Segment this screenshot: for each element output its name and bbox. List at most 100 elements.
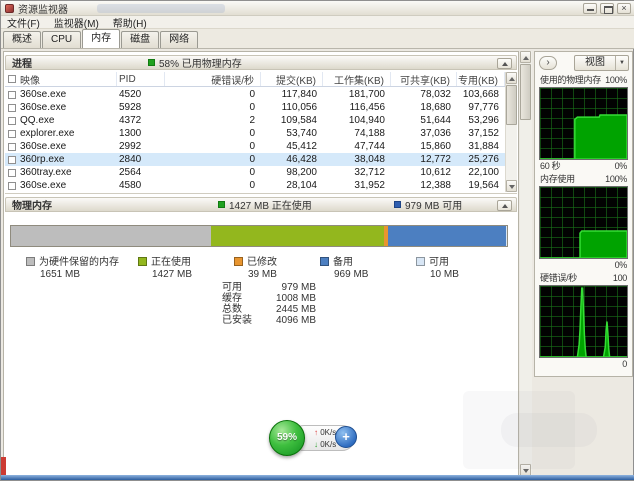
watermark bbox=[97, 4, 225, 13]
process-cell: 2564 bbox=[117, 167, 165, 178]
scroll-up-icon[interactable] bbox=[506, 72, 517, 84]
row-checkbox[interactable] bbox=[8, 130, 16, 138]
memory-segment bbox=[506, 226, 507, 246]
tab-network[interactable]: 网络 bbox=[160, 31, 198, 48]
row-checkbox[interactable] bbox=[8, 104, 16, 112]
legend-color-icon bbox=[138, 257, 147, 266]
graph2-header: 内存使用100% bbox=[535, 173, 632, 186]
process-cell: 360rp.exe bbox=[5, 154, 117, 165]
table-row[interactable]: 360se.exe4580028,10431,95212,38819,564 bbox=[5, 179, 505, 192]
tab-disk[interactable]: 磁盘 bbox=[121, 31, 159, 48]
process-cell: 0 bbox=[165, 167, 261, 178]
memory-section-header: 物理内存 1427 MB 正在使用 979 MB 可用 bbox=[5, 197, 517, 212]
expand-panel-button[interactable]: › bbox=[539, 56, 557, 70]
scroll-down-icon[interactable] bbox=[506, 180, 517, 192]
maximize-button[interactable] bbox=[600, 3, 614, 14]
tab-cpu[interactable]: CPU bbox=[42, 31, 81, 48]
table-row[interactable]: explorer.exe1300053,74074,18837,03637,15… bbox=[5, 127, 505, 140]
column-pid[interactable]: PID bbox=[117, 72, 165, 86]
chevron-down-icon: ▼ bbox=[615, 56, 628, 70]
process-cell: 98,200 bbox=[261, 167, 323, 178]
process-cell: 360se.exe bbox=[5, 141, 117, 152]
detail-row: 可用979 MB bbox=[222, 282, 316, 293]
process-cell: 4520 bbox=[117, 89, 165, 100]
main-pane: 进程 58% 已用物理内存 映像 PID 硬错误/秒 提交(KB) 工作集(KB… bbox=[3, 51, 519, 476]
column-hard-faults[interactable]: 硬错误/秒 bbox=[165, 72, 261, 86]
row-checkbox[interactable] bbox=[8, 182, 16, 190]
memory-used-icon bbox=[148, 59, 155, 66]
physical-memory-graph bbox=[539, 87, 628, 160]
select-all-checkbox[interactable] bbox=[8, 75, 16, 83]
process-cell: 360se.exe bbox=[5, 102, 117, 113]
process-cell: 0 bbox=[165, 141, 261, 152]
boost-icon[interactable]: + bbox=[335, 426, 357, 448]
legend-item: 为硬件保留的内存1651 MB bbox=[26, 253, 138, 280]
table-row[interactable]: 360rp.exe2840046,42838,04812,77225,276 bbox=[5, 153, 505, 166]
table-scrollbar[interactable] bbox=[505, 72, 517, 192]
process-cell: 51,644 bbox=[391, 115, 457, 126]
graph2-series bbox=[540, 231, 627, 258]
table-row[interactable]: 360se.exe45200117,840181,70078,032103,66… bbox=[5, 88, 505, 101]
process-cell: 1300 bbox=[117, 128, 165, 139]
process-cell: 25,276 bbox=[457, 154, 505, 165]
process-cell: 109,584 bbox=[261, 115, 323, 126]
minimize-button[interactable] bbox=[583, 3, 597, 14]
view-label: 视图 bbox=[575, 56, 615, 70]
memory-composition-bar bbox=[10, 225, 508, 247]
scrollbar-thumb[interactable] bbox=[520, 64, 531, 120]
tab-memory[interactable]: 内存 bbox=[82, 29, 120, 48]
process-cell: 110,056 bbox=[261, 102, 323, 113]
process-cell: 37,036 bbox=[391, 128, 457, 139]
row-checkbox[interactable] bbox=[8, 91, 16, 99]
column-shareable[interactable]: 可共享(KB) bbox=[391, 72, 457, 86]
column-working-set[interactable]: 工作集(KB) bbox=[323, 72, 391, 86]
legend-color-icon bbox=[416, 257, 425, 266]
view-dropdown-button[interactable]: 视图 ▼ bbox=[574, 55, 629, 71]
processes-title: 进程 bbox=[12, 55, 32, 70]
menu-file[interactable]: 文件(F) bbox=[7, 15, 40, 30]
process-cell: 5928 bbox=[117, 102, 165, 113]
accelerator-ball[interactable]: 59% bbox=[269, 420, 305, 456]
legend-item: 可用10 MB bbox=[416, 253, 486, 280]
process-cell: 103,668 bbox=[457, 89, 505, 100]
row-checkbox[interactable] bbox=[8, 143, 16, 151]
collapse-processes-button[interactable] bbox=[497, 58, 512, 69]
row-checkbox[interactable] bbox=[8, 169, 16, 177]
window-title: 资源监视器 bbox=[18, 1, 68, 16]
download-arrow-icon: ↓ bbox=[314, 440, 318, 449]
menu-help[interactable]: 帮助(H) bbox=[113, 15, 147, 30]
process-cell: 37,152 bbox=[457, 128, 505, 139]
table-row[interactable]: 360se.exe59280110,056116,45618,68097,776 bbox=[5, 101, 505, 114]
legend-color-icon bbox=[320, 257, 329, 266]
process-cell: 97,776 bbox=[457, 102, 505, 113]
memory-usage-graph bbox=[539, 186, 628, 259]
close-button[interactable]: × bbox=[617, 3, 631, 14]
row-checkbox[interactable] bbox=[8, 117, 16, 125]
graph1-footer: 60 秒0% bbox=[535, 160, 632, 173]
process-cell: 0 bbox=[165, 180, 261, 191]
memory-segment bbox=[211, 226, 384, 246]
collapse-memory-button[interactable] bbox=[497, 200, 512, 211]
download-speed: 0K/s bbox=[320, 440, 336, 449]
scrollbar-thumb[interactable] bbox=[506, 85, 517, 125]
table-row[interactable]: 360tray.exe2564098,20032,71210,61222,100 bbox=[5, 166, 505, 179]
table-row[interactable]: QQ.exe43722109,584104,94051,64453,296 bbox=[5, 114, 505, 127]
column-private[interactable]: 专用(KB) bbox=[457, 72, 505, 86]
process-cell: 18,680 bbox=[391, 102, 457, 113]
table-row[interactable]: 360se.exe2992045,41247,74415,86031,884 bbox=[5, 140, 505, 153]
process-cell: 28,104 bbox=[261, 180, 323, 191]
process-cell: 45,412 bbox=[261, 141, 323, 152]
tab-overview[interactable]: 概述 bbox=[3, 31, 41, 48]
process-cell: 38,048 bbox=[323, 154, 391, 165]
menu-monitor[interactable]: 监视器(M) bbox=[54, 15, 99, 30]
column-image[interactable]: 映像 bbox=[5, 72, 117, 86]
legend-item: 备用969 MB bbox=[320, 253, 416, 280]
process-cell: 15,860 bbox=[391, 141, 457, 152]
graph2-footer: 0% bbox=[535, 259, 632, 272]
process-table-header: 映像 PID 硬错误/秒 提交(KB) 工作集(KB) 可共享(KB) 专用(K… bbox=[5, 72, 505, 87]
scroll-up-icon[interactable] bbox=[520, 51, 531, 63]
graph1-series bbox=[540, 115, 627, 159]
column-commit[interactable]: 提交(KB) bbox=[261, 72, 323, 86]
menu-bar: 文件(F) 监视器(M) 帮助(H) bbox=[1, 16, 634, 29]
row-checkbox[interactable] bbox=[8, 156, 16, 164]
